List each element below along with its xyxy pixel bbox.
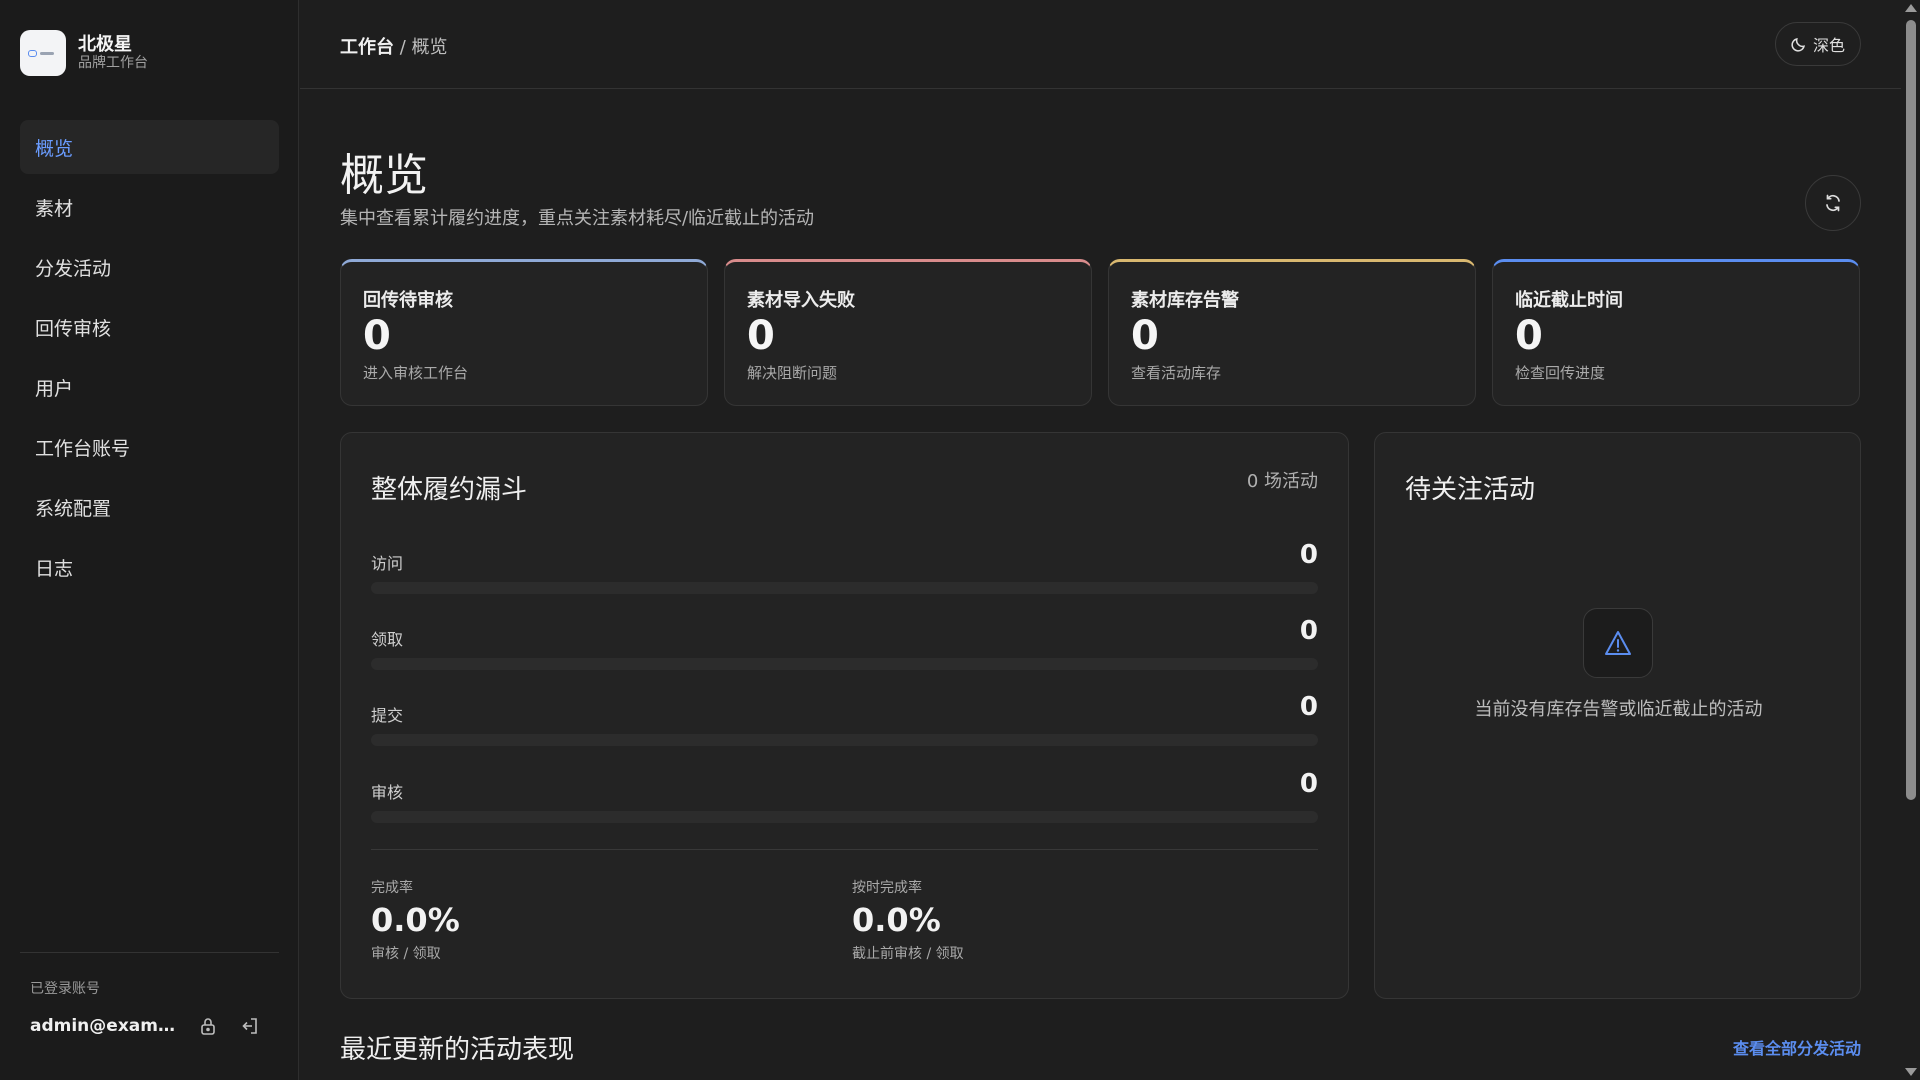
stat-card-deadline[interactable]: 临近截止时间 0 检查回传进度	[1492, 259, 1860, 406]
rate-label: 完成率	[371, 880, 413, 896]
stat-label: 素材库存告警	[1131, 290, 1239, 311]
funnel-value: 0	[1299, 692, 1318, 722]
stat-label: 临近截止时间	[1515, 290, 1623, 311]
stat-card-import-failed[interactable]: 素材导入失败 0 解决阻断问题	[724, 259, 1092, 406]
funnel-value: 0	[1299, 540, 1318, 570]
page-title: 概览	[340, 150, 428, 201]
breadcrumb-separator: /	[394, 37, 412, 58]
brand-name: 北极星	[78, 33, 132, 55]
rate-formula: 审核 / 领取	[371, 946, 441, 962]
watch-title: 待关注活动	[1405, 475, 1536, 505]
refresh-button[interactable]	[1805, 175, 1861, 231]
stat-hint: 进入审核工作台	[363, 364, 469, 382]
rate-value: 0.0%	[852, 901, 941, 939]
funnel-value: 0	[1299, 616, 1318, 646]
stat-card-inventory-alert[interactable]: 素材库存告警 0 查看活动库存	[1108, 259, 1476, 406]
funnel-campaign-count: 0 场活动	[1246, 471, 1318, 492]
recent-section-title: 最近更新的活动表现	[340, 1035, 575, 1065]
empty-state-text: 当前没有库存告警或临近截止的活动	[1474, 699, 1763, 720]
stat-hint: 查看活动库存	[1131, 364, 1222, 382]
breadcrumb: 工作台 / 概览	[340, 33, 448, 59]
brand-logo	[20, 30, 66, 76]
funnel-row-claim: 领取 0	[371, 616, 1318, 676]
stat-value: 0	[747, 313, 775, 359]
sidebar-item-campaigns[interactable]: 分发活动	[20, 240, 279, 294]
theme-toggle-label: 深色	[1812, 36, 1845, 55]
funnel-progress-track	[371, 811, 1318, 823]
stat-label: 素材导入失败	[747, 290, 855, 311]
completion-rate: 完成率 0.0% 审核 / 领取	[371, 877, 460, 963]
sidebar: 北极星 品牌工作台 概览 素材 分发活动 回传审核 用户 工作台账号 系统配置 …	[0, 0, 299, 1080]
sidebar-item-logs[interactable]: 日志	[20, 540, 279, 594]
funnel-label: 访问	[371, 554, 404, 573]
theme-toggle-button[interactable]: 深色	[1775, 22, 1861, 66]
moon-icon	[1791, 37, 1805, 52]
ontime-rate: 按时完成率 0.0% 截止前审核 / 领取	[852, 877, 964, 963]
sidebar-item-users[interactable]: 用户	[20, 360, 279, 414]
topbar: 工作台 / 概览 深色	[300, 0, 1901, 89]
brand[interactable]: 北极星 品牌工作台	[20, 30, 148, 76]
funnel-row-submit: 提交 0	[371, 692, 1318, 752]
rate-label: 按时完成率	[852, 880, 922, 896]
account-row: admin@exampl...	[30, 1012, 270, 1040]
warning-icon	[1605, 631, 1631, 655]
stat-cards: 回传待审核 0 进入审核工作台 素材导入失败 0 解决阻断问题 素材库存告警 0…	[340, 259, 1861, 406]
logo-mark-icon	[28, 48, 58, 58]
refresh-icon	[1826, 194, 1840, 212]
sidebar-item-accounts[interactable]: 工作台账号	[20, 420, 279, 474]
empty-state-icon-box	[1583, 608, 1653, 678]
stat-card-pending-review[interactable]: 回传待审核 0 进入审核工作台	[340, 259, 708, 406]
funnel-progress-track	[371, 658, 1318, 670]
rate-formula: 截止前审核 / 领取	[852, 946, 964, 962]
stat-hint: 解决阻断问题	[747, 364, 838, 382]
funnel-row-review: 审核 0	[371, 769, 1318, 829]
funnel-divider	[371, 849, 1318, 850]
sidebar-item-review[interactable]: 回传审核	[20, 300, 279, 354]
stat-value: 0	[363, 313, 391, 359]
watch-panel: 待关注活动 当前没有库存告警或临近截止的活动	[1374, 432, 1861, 999]
sidebar-nav: 概览 素材 分发活动 回传审核 用户 工作台账号 系统配置 日志	[20, 120, 279, 600]
stat-label: 回传待审核	[363, 290, 453, 311]
rate-value: 0.0%	[371, 901, 460, 939]
funnel-label: 提交	[371, 706, 404, 725]
brand-subtitle: 品牌工作台	[78, 54, 148, 71]
breadcrumb-root[interactable]: 工作台	[340, 37, 394, 58]
sidebar-item-overview[interactable]: 概览	[20, 120, 279, 174]
funnel-panel: 整体履约漏斗 0 场活动 访问 0 领取 0 提交 0 审核 0 完成率 0.0…	[340, 432, 1349, 999]
stat-value: 0	[1515, 313, 1543, 359]
logout-icon[interactable]	[236, 1012, 264, 1040]
sidebar-divider	[20, 952, 279, 953]
scrollbar-thumb[interactable]	[1906, 20, 1916, 800]
funnel-row-visit: 访问 0	[371, 540, 1318, 600]
scroll-down-arrow-icon[interactable]	[1905, 1068, 1917, 1076]
scroll-up-arrow-icon[interactable]	[1905, 4, 1917, 12]
account-email: admin@exampl...	[30, 1016, 180, 1036]
page-description: 集中查看累计履约进度，重点关注素材耗尽/临近截止的活动	[340, 208, 815, 229]
funnel-progress-track	[371, 734, 1318, 746]
stat-value: 0	[1131, 313, 1159, 359]
lock-icon[interactable]	[194, 1012, 222, 1040]
view-all-campaigns-link[interactable]: 查看全部分发活动	[1733, 1035, 1861, 1059]
funnel-title: 整体履约漏斗	[371, 475, 528, 505]
funnel-value: 0	[1299, 769, 1318, 799]
page-scrollbar[interactable]	[1901, 0, 1920, 1080]
breadcrumb-current: 概览	[411, 37, 448, 58]
sidebar-item-settings[interactable]: 系统配置	[20, 480, 279, 534]
sidebar-item-materials[interactable]: 素材	[20, 180, 279, 234]
funnel-progress-track	[371, 582, 1318, 594]
stat-hint: 检查回传进度	[1515, 364, 1606, 382]
funnel-label: 审核	[371, 783, 404, 802]
logged-in-label: 已登录账号	[30, 981, 100, 997]
funnel-label: 领取	[371, 630, 404, 649]
